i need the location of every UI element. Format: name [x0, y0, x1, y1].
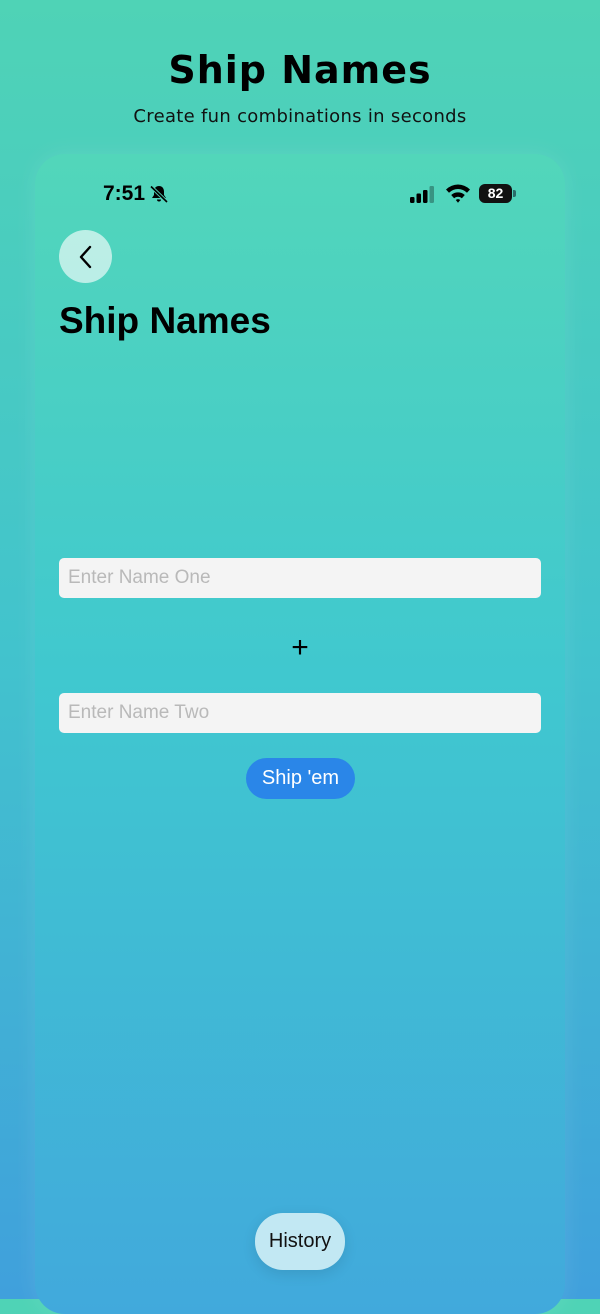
header-subtitle: Create fun combinations in seconds — [133, 106, 467, 127]
battery-icon: 82 — [479, 184, 517, 203]
ship-em-button[interactable]: Ship 'em — [246, 758, 355, 799]
status-time: 7:51 — [103, 182, 146, 205]
plus-sign: + — [291, 631, 309, 664]
signal-icon — [410, 186, 434, 203]
wifi-icon — [446, 184, 470, 203]
phone-screen: 7:51 82 Ship Names + Ship 'em — [35, 154, 565, 1314]
back-button[interactable] — [59, 230, 112, 283]
name-two-input[interactable] — [59, 693, 541, 733]
chevron-left-icon — [79, 245, 91, 268]
header-title: Ship Names — [168, 48, 432, 92]
battery-level: 82 — [479, 184, 512, 203]
history-button[interactable]: History — [255, 1213, 345, 1270]
page-title: Ship Names — [59, 300, 271, 341]
bell-slash-icon — [149, 185, 169, 204]
name-one-input[interactable] — [59, 558, 541, 598]
